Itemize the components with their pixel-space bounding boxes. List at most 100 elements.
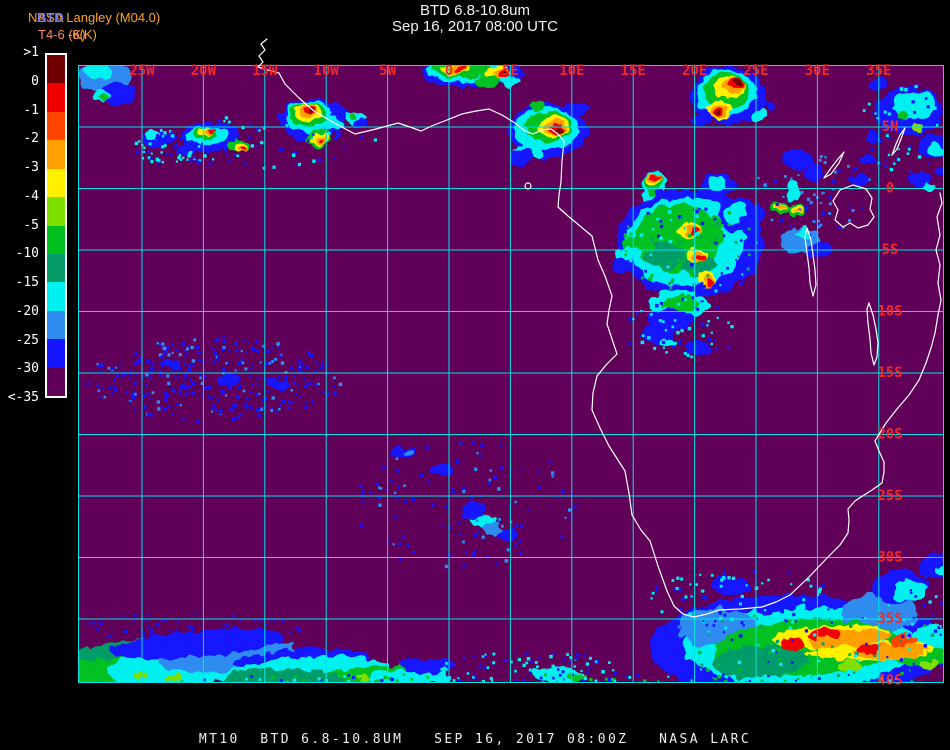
cloud-blob [706, 280, 714, 286]
cloud-speckle [159, 129, 163, 132]
cloud-speckle [222, 339, 227, 344]
cloud-speckle [646, 211, 650, 215]
cloud-speckle [195, 345, 199, 350]
cloud-speckle [398, 558, 402, 561]
cloud-speckle [874, 138, 879, 142]
cloud-speckle [916, 661, 920, 665]
cloud-speckle [848, 653, 852, 657]
cloud-speckle [150, 628, 153, 631]
cloud-speckle [185, 352, 189, 356]
cloud-speckle [161, 138, 165, 142]
cloud-speckle [156, 623, 159, 627]
cloud-speckle [305, 382, 308, 385]
cloud-speckle [244, 405, 248, 409]
cloud-speckle [177, 156, 181, 160]
cloud-speckle [149, 376, 153, 380]
cloud-speckle [923, 624, 927, 628]
cloud-speckle [708, 634, 711, 637]
cloud-speckle [138, 359, 142, 363]
cloud-speckle [227, 120, 231, 124]
cloud-speckle [719, 584, 723, 588]
cloud-speckle [196, 139, 201, 143]
cloud-speckle [390, 677, 394, 682]
cloud-speckle [505, 659, 508, 662]
cloud-speckle [257, 414, 261, 418]
colorbar-label: -30 [15, 361, 39, 377]
cloud-blob [751, 110, 765, 120]
cloud-speckle [129, 376, 133, 380]
cloud-speckle [271, 396, 275, 400]
cloud-speckle [740, 594, 744, 599]
cloud-speckle [411, 447, 415, 451]
cloud-speckle [294, 393, 298, 397]
cloud-blob [708, 177, 726, 189]
cloud-speckle [933, 629, 938, 633]
cloud-speckle [392, 543, 395, 546]
cloud-speckle [251, 407, 254, 410]
cloud-speckle [163, 144, 167, 147]
cloud-speckle [695, 232, 700, 236]
cloud-speckle [475, 519, 479, 522]
cloud-speckle [347, 674, 351, 677]
cloud-speckle [909, 170, 913, 174]
cloud-speckle [99, 621, 103, 626]
cloud-speckle [800, 190, 804, 195]
cloud-speckle [452, 679, 456, 682]
cloud-speckle [817, 589, 821, 594]
cloud-speckle [486, 666, 490, 669]
cloud-speckle [157, 407, 161, 411]
cloud-speckle [451, 487, 454, 490]
cloud-speckle [680, 577, 684, 581]
branding-line2: T4-6 (K) -6(K) [28, 27, 160, 43]
cloud-speckle [712, 624, 716, 627]
cloud-speckle [191, 363, 195, 367]
cloud-speckle [698, 650, 702, 655]
cloud-speckle [111, 392, 114, 395]
cloud-speckle [258, 392, 261, 395]
cloud-speckle [889, 167, 894, 172]
cloud-blob [794, 210, 800, 214]
cloud-speckle [702, 285, 706, 289]
cloud-speckle [647, 336, 651, 340]
cloud-speckle [107, 366, 111, 370]
cloud-speckle [924, 97, 928, 100]
cloud-speckle [940, 138, 944, 142]
cloud-speckle [707, 319, 711, 323]
cloud-speckle [818, 158, 822, 162]
cloud-speckle [241, 361, 245, 365]
cloud-speckle [270, 675, 275, 680]
cloud-speckle [245, 677, 248, 681]
cloud-speckle [922, 604, 927, 608]
cloud-speckle [458, 522, 461, 525]
cloud-speckle [928, 600, 932, 604]
cloud-speckle [526, 656, 531, 661]
cloud-speckle [525, 661, 529, 665]
cloud-speckle [276, 376, 280, 380]
cloud-speckle [166, 346, 170, 350]
cloud-speckle [103, 395, 107, 399]
cloud-speckle [787, 571, 791, 575]
cloud-speckle [671, 345, 674, 348]
cloud-speckle [212, 360, 216, 364]
cloud-speckle [566, 653, 569, 656]
cloud-speckle [853, 654, 858, 658]
cloud-speckle [655, 590, 658, 593]
cloud-speckle [297, 162, 301, 167]
cloud-speckle [492, 652, 496, 656]
cloud-blob [475, 76, 501, 88]
cloud-speckle [361, 490, 365, 494]
cloud-speckle [806, 197, 811, 201]
cloud-speckle [244, 162, 247, 165]
cloud-speckle [848, 206, 851, 209]
cloud-speckle [707, 630, 710, 633]
cloud-speckle [706, 217, 709, 220]
cloud-speckle [449, 526, 453, 530]
cloud-speckle [189, 150, 193, 155]
cloud-speckle [155, 136, 159, 141]
cloud-speckle [160, 406, 163, 409]
cloud-speckle [727, 321, 730, 324]
cloud-speckle [926, 105, 930, 109]
cloud-speckle [528, 668, 532, 672]
cloud-speckle [796, 600, 800, 604]
cloud-speckle [265, 405, 268, 408]
